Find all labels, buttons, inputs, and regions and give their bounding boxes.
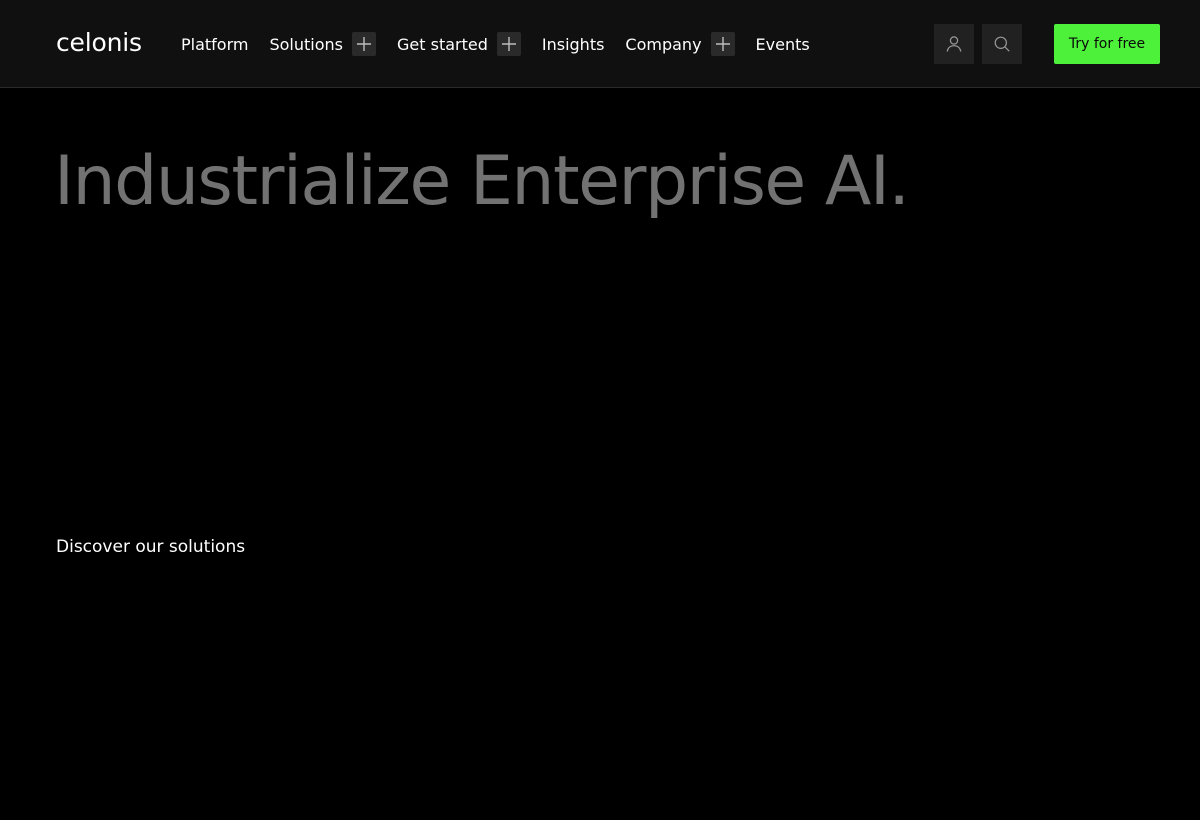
nav-item-label: Events (755, 34, 810, 54)
nav-item-label: Get started (397, 34, 488, 54)
search-icon (994, 36, 1010, 52)
nav-item-get-started[interactable]: Get started (397, 32, 521, 56)
expand-plus-icon[interactable] (710, 32, 735, 56)
nav-item-platform[interactable]: Platform (181, 35, 248, 54)
nav-item-label: Insights (541, 34, 605, 54)
account-button[interactable] (934, 24, 974, 64)
hero-title: Industrialize Enterprise AI. (54, 142, 910, 221)
nav-item-company[interactable]: Company (625, 32, 735, 56)
user-icon (946, 36, 962, 52)
site-header: celonis Platform Solutions Get started I… (0, 0, 1200, 88)
nav-item-solutions[interactable]: Solutions (269, 32, 376, 56)
expand-plus-icon[interactable] (496, 32, 521, 56)
expand-plus-icon[interactable] (352, 32, 376, 56)
celonis-logo[interactable]: celonis (56, 26, 142, 60)
nav-item-label: Solutions (269, 34, 343, 54)
nav-item-label: Company (625, 34, 702, 54)
nav-item-insights[interactable]: Insights (542, 35, 605, 54)
try-for-free-button[interactable]: Try for free (1054, 24, 1160, 64)
main-nav: Platform Solutions Get started Insights … (181, 28, 831, 60)
nav-item-events[interactable]: Events (756, 35, 810, 54)
nav-item-label: Platform (181, 34, 249, 54)
search-button[interactable] (982, 24, 1022, 64)
discover-solutions-link[interactable]: Discover our solutions (56, 535, 245, 559)
